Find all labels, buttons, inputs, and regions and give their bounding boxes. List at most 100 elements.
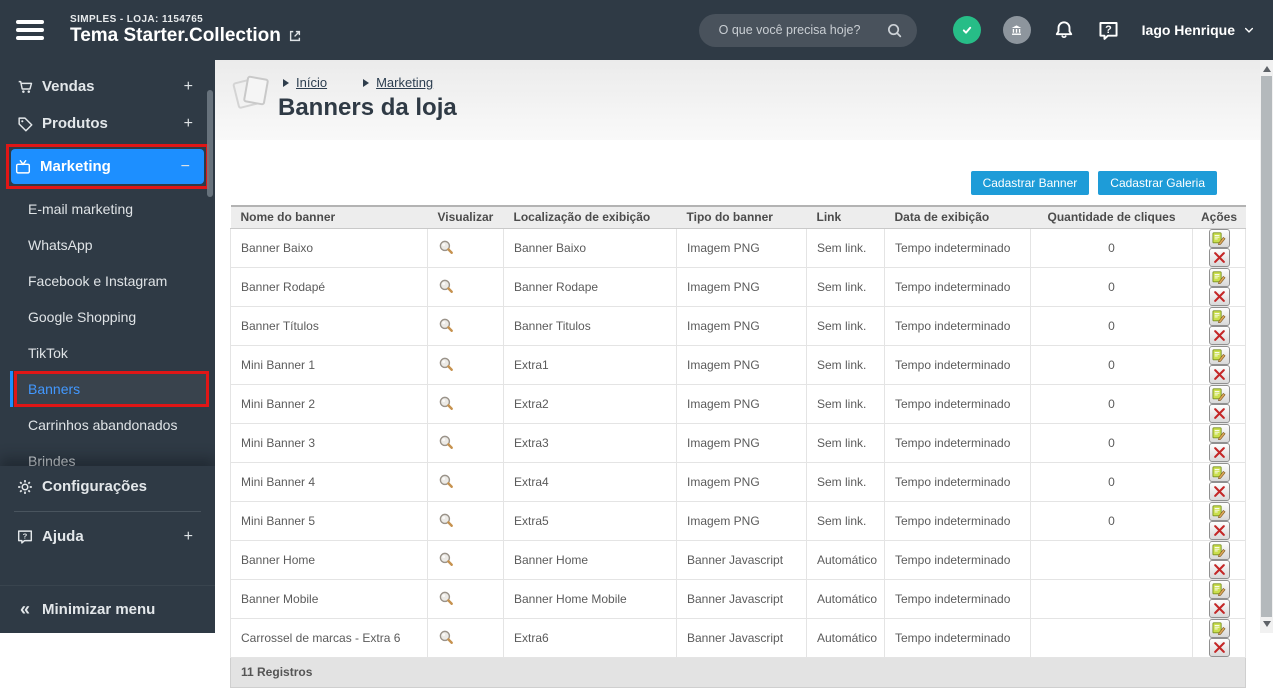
edit-button[interactable]: [1209, 580, 1230, 599]
cell-banner-type: Banner Javascript: [677, 540, 807, 579]
sidebar-bottom: Configurações ? Ajuda + « Minimizar menu: [0, 466, 215, 633]
help-icon[interactable]: ?: [1097, 19, 1120, 42]
edit-button[interactable]: [1209, 541, 1230, 560]
register-gallery-button[interactable]: Cadastrar Galeria: [1098, 171, 1217, 195]
cell-clicks-count: [1031, 579, 1193, 618]
cell-display-location: Banner Home: [504, 540, 677, 579]
breadcrumb-item-inicio[interactable]: Início: [283, 75, 327, 90]
preview-magnifier-icon[interactable]: [438, 239, 455, 256]
delete-x-icon: [1213, 329, 1226, 342]
sidebar-item-ajuda[interactable]: ? Ajuda +: [0, 518, 215, 555]
banners-page-icon: [233, 74, 273, 116]
cell-banner-name: Mini Banner 4: [231, 462, 428, 501]
edit-button[interactable]: [1209, 619, 1230, 638]
sidebar-item-label: Produtos: [42, 115, 108, 132]
edit-button[interactable]: [1209, 307, 1230, 326]
delete-button[interactable]: [1209, 521, 1230, 540]
bank-icon[interactable]: [1003, 16, 1031, 44]
collapse-minus-icon[interactable]: −: [181, 158, 190, 176]
cell-banner-type: Imagem PNG: [677, 306, 807, 345]
column-header: Visualizar: [428, 206, 504, 228]
preview-magnifier-icon[interactable]: [438, 473, 455, 490]
user-menu[interactable]: Iago Henrique: [1142, 22, 1255, 38]
table-row: Mini Banner 2 Extra2 Imagem PNG Sem link…: [231, 384, 1246, 423]
delete-button[interactable]: [1209, 248, 1230, 267]
status-check-icon[interactable]: [953, 16, 981, 44]
gear-icon: [16, 478, 34, 496]
help-bubble-icon: ?: [16, 528, 34, 546]
edit-button[interactable]: [1209, 502, 1230, 521]
delete-button[interactable]: [1209, 560, 1230, 579]
delete-x-icon: [1213, 368, 1226, 381]
preview-magnifier-icon[interactable]: [438, 278, 455, 295]
sidebar-subitem[interactable]: Carrinhos abandonados: [0, 407, 215, 443]
preview-magnifier-icon[interactable]: [438, 590, 455, 607]
page-title: Banners da loja: [278, 94, 457, 122]
edit-button[interactable]: [1209, 385, 1230, 404]
preview-magnifier-icon[interactable]: [438, 395, 455, 412]
sidebar-item-label: Ajuda: [42, 528, 84, 545]
delete-button[interactable]: [1209, 365, 1230, 384]
delete-button[interactable]: [1209, 287, 1230, 306]
preview-magnifier-icon[interactable]: [438, 434, 455, 451]
register-banner-button[interactable]: Cadastrar Banner: [971, 171, 1090, 195]
preview-magnifier-icon[interactable]: [438, 512, 455, 529]
sidebar-scrollbar-thumb[interactable]: [207, 90, 213, 197]
svg-text:?: ?: [1105, 24, 1112, 36]
search-icon[interactable]: [886, 22, 903, 39]
cell-link: Automático: [807, 579, 885, 618]
search-input[interactable]: [719, 23, 886, 37]
page-scrollbar-thumb[interactable]: [1261, 76, 1272, 617]
cell-clicks-count: 0: [1031, 423, 1193, 462]
edit-button[interactable]: [1209, 424, 1230, 443]
delete-button[interactable]: [1209, 482, 1230, 501]
expand-plus-icon[interactable]: +: [184, 528, 193, 546]
sidebar-subitem[interactable]: E-mail marketing: [0, 191, 215, 227]
sidebar-item-produtos[interactable]: Produtos +: [0, 105, 215, 142]
external-link-icon[interactable]: [288, 29, 302, 43]
preview-magnifier-icon[interactable]: [438, 317, 455, 334]
active-indicator-bar: [10, 371, 13, 407]
expand-plus-icon[interactable]: +: [184, 78, 193, 96]
breadcrumb-item-marketing[interactable]: Marketing: [363, 75, 433, 90]
preview-magnifier-icon[interactable]: [438, 551, 455, 568]
sidebar-subitem[interactable]: Google Shopping: [0, 299, 215, 335]
delete-x-icon: [1213, 407, 1226, 420]
scroll-up-arrow-icon[interactable]: [1263, 66, 1271, 72]
edit-button[interactable]: [1209, 268, 1230, 287]
sidebar-subitem[interactable]: WhatsApp: [0, 227, 215, 263]
column-header: Quantidade de cliques: [1031, 206, 1193, 228]
delete-button[interactable]: [1209, 599, 1230, 618]
cell-link: Sem link.: [807, 384, 885, 423]
hamburger-menu-icon[interactable]: [16, 16, 44, 45]
notifications-bell-icon[interactable]: [1053, 19, 1075, 41]
cell-view: [428, 384, 504, 423]
delete-button[interactable]: [1209, 326, 1230, 345]
edit-button[interactable]: [1209, 346, 1230, 365]
page-header: Início Marketing Banners da loja: [215, 60, 1260, 140]
preview-magnifier-icon[interactable]: [438, 356, 455, 373]
sidebar-item-marketing[interactable]: Marketing −: [11, 149, 204, 184]
preview-magnifier-icon[interactable]: [438, 629, 455, 646]
cell-link: Automático: [807, 618, 885, 657]
delete-button[interactable]: [1209, 404, 1230, 423]
sidebar-subitem[interactable]: Facebook e Instagram: [0, 263, 215, 299]
store-id-label: SIMPLES - LOJA: 1154765: [70, 14, 302, 25]
cell-banner-type: Imagem PNG: [677, 462, 807, 501]
sidebar-item-label: Configurações: [42, 478, 147, 495]
sidebar-subitem[interactable]: Banners: [17, 374, 206, 404]
edit-button[interactable]: [1209, 229, 1230, 248]
breadcrumb-link[interactable]: Marketing: [376, 75, 433, 90]
expand-plus-icon[interactable]: +: [184, 115, 193, 133]
sidebar-subitem[interactable]: TikTok: [0, 335, 215, 371]
delete-button[interactable]: [1209, 638, 1230, 657]
sidebar-minimize-menu[interactable]: « Minimizar menu: [0, 585, 215, 633]
breadcrumb-link[interactable]: Início: [296, 75, 327, 90]
scroll-down-arrow-icon[interactable]: [1263, 621, 1271, 627]
delete-button[interactable]: [1209, 443, 1230, 462]
sidebar-item-configuracoes[interactable]: Configurações: [0, 468, 215, 505]
column-header: Tipo do banner: [677, 206, 807, 228]
sidebar-item-vendas[interactable]: Vendas +: [0, 68, 215, 105]
edit-button[interactable]: [1209, 463, 1230, 482]
cell-display-location: Banner Baixo: [504, 228, 677, 267]
